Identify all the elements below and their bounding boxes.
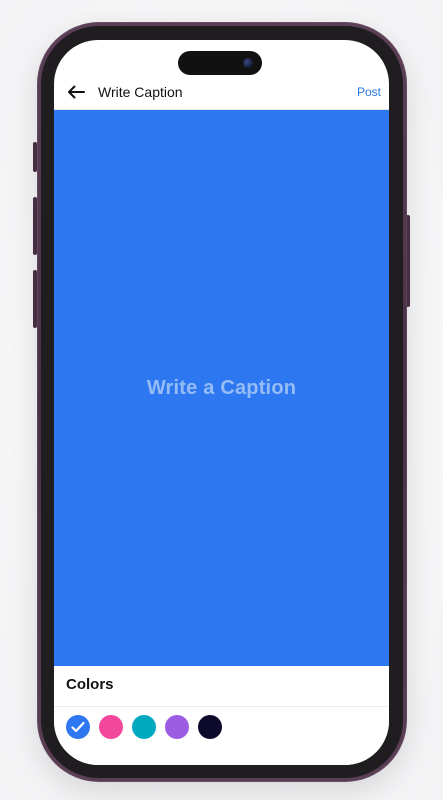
- caption-input[interactable]: Write a Caption: [147, 377, 296, 400]
- app-header: Write Caption Post: [54, 74, 389, 110]
- color-swatch-purple[interactable]: [165, 715, 189, 739]
- color-swatch-blue[interactable]: [66, 715, 90, 739]
- stage: Write Caption Post Write a Caption Color…: [0, 0, 443, 800]
- color-swatch-teal[interactable]: [132, 715, 156, 739]
- divider: [54, 706, 389, 707]
- caption-canvas[interactable]: Write a Caption: [54, 110, 389, 666]
- post-button[interactable]: Post: [357, 85, 381, 99]
- dynamic-island: [178, 51, 262, 75]
- check-icon: [71, 721, 85, 733]
- back-button[interactable]: [64, 80, 88, 104]
- page-title: Write Caption: [98, 83, 183, 100]
- colors-panel: Colors: [54, 666, 389, 765]
- arrow-left-icon: [68, 85, 85, 98]
- color-swatch-list: [66, 715, 222, 739]
- color-swatch-navy[interactable]: [198, 715, 222, 739]
- phone-screen: Write Caption Post Write a Caption Color…: [54, 40, 389, 765]
- front-camera: [243, 58, 253, 68]
- colors-heading: Colors: [66, 676, 114, 693]
- color-swatch-pink[interactable]: [99, 715, 123, 739]
